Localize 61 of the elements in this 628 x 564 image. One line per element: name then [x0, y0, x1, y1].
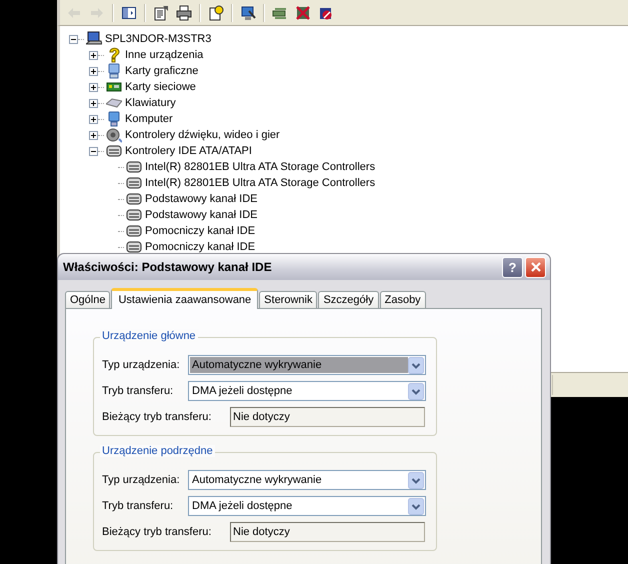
tree-item[interactable]: Intel(R) 82801EB Ultra ATA Storage Controllers	[145, 161, 376, 173]
field-label: Tryb transferu:	[102, 385, 174, 397]
expand-icon[interactable]	[89, 130, 98, 140]
drive-icon	[126, 239, 142, 255]
collapse-icon[interactable]	[89, 146, 98, 156]
expand-icon[interactable]	[89, 66, 98, 76]
tab[interactable]: Sterownik	[259, 291, 318, 308]
panel-icon[interactable]	[121, 4, 137, 20]
tree-item[interactable]: Karty sieciowe	[125, 81, 196, 93]
dropdown[interactable]: DMA jeżeli dostępne	[188, 381, 426, 401]
printer-icon[interactable]	[176, 4, 192, 20]
field-label: Typ urządzenia:	[102, 474, 181, 486]
tab[interactable]: Ustawienia zaawansowane	[111, 288, 258, 309]
tree-item[interactable]: SPL3NDOR-M3STR3	[105, 33, 212, 45]
help-button[interactable]: ?	[502, 256, 523, 278]
monitor-icon	[106, 63, 122, 79]
computer-icon	[86, 31, 102, 47]
tab[interactable]: Szczegóły	[318, 291, 379, 308]
drive-icon	[126, 207, 142, 223]
drive-icon	[126, 159, 142, 175]
field-label: Tryb transferu:	[102, 500, 174, 512]
uninstall-icon[interactable]	[295, 4, 311, 20]
window-title: Właściwości: Podstawowy kanał IDE	[63, 260, 273, 274]
read-only-field: Nie dotyczy	[230, 407, 425, 427]
tree-item[interactable]: Komputer	[125, 113, 173, 125]
expand-icon[interactable]	[89, 98, 98, 108]
read-only-field: Nie dotyczy	[230, 522, 425, 542]
expand-icon[interactable]	[89, 82, 98, 92]
tree-item[interactable]: Kontrolery IDE ATA/ATAPI	[125, 145, 252, 157]
tab[interactable]: Zasoby	[380, 291, 426, 308]
scan-icon[interactable]	[240, 4, 256, 20]
dropdown[interactable]: Automatyczne wykrywanie	[188, 470, 426, 490]
field-label: Typ urządzenia:	[102, 359, 181, 371]
tab[interactable]: Ogólne	[65, 291, 110, 308]
tree-item[interactable]: Podstawowy kanał IDE	[145, 193, 258, 205]
close-button[interactable]	[525, 256, 546, 278]
expand-icon[interactable]	[89, 114, 98, 124]
drive-icon	[126, 175, 142, 191]
field-label: Bieżący tryb transferu:	[102, 411, 212, 423]
properties-icon[interactable]	[153, 4, 169, 20]
speaker-icon	[106, 127, 122, 143]
group-title: Urządzenie główne	[100, 330, 198, 342]
dropdown[interactable]: DMA jeżeli dostępne	[188, 496, 426, 516]
tree-item[interactable]: Inne urządzenia	[125, 49, 204, 61]
tree-item[interactable]: Kontrolery dźwięku, wideo i gier	[125, 129, 280, 141]
collapse-icon[interactable]	[69, 34, 78, 44]
tree-item[interactable]: Karty graficzne	[125, 65, 198, 77]
drive-icon	[106, 143, 122, 159]
tree-item[interactable]: Podstawowy kanał IDE	[145, 209, 258, 221]
dropdown[interactable]: Automatyczne wykrywanie	[188, 355, 426, 375]
expand-icon[interactable]	[89, 50, 98, 60]
tree-item[interactable]: Intel(R) 82801EB Ultra ATA Storage Controllers	[145, 177, 376, 189]
close-icon[interactable]	[530, 261, 542, 273]
drive-icon	[126, 191, 142, 207]
tree-item[interactable]: Klawiatury	[125, 97, 176, 109]
tree-item[interactable]: Pomocniczy kanał IDE	[145, 241, 256, 253]
field-label: Bieżący tryb transferu:	[102, 526, 212, 538]
monitor-icon	[106, 111, 122, 127]
tree-item[interactable]: Pomocniczy kanał IDE	[145, 225, 256, 237]
group-title: Urządzenie podrzędne	[100, 445, 215, 457]
drive-icon	[126, 223, 142, 239]
